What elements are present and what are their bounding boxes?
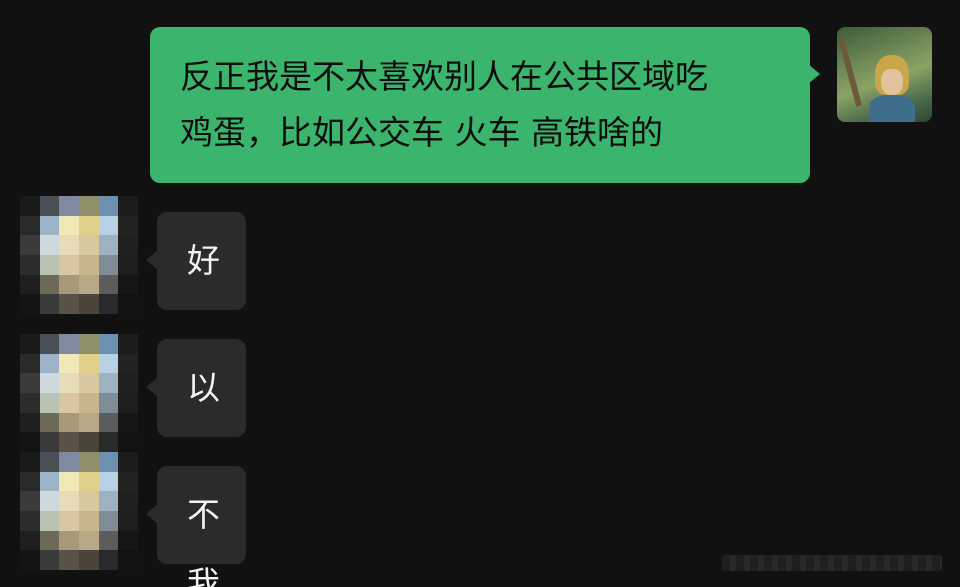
message-text-line: 反正我是不太喜欢别人在公共区域吃 <box>180 57 708 96</box>
avatar-detail <box>838 37 862 107</box>
message-bubble-outgoing[interactable]: 反正我是不太喜欢别人在公共区域吃 鸡蛋，比如公交车 火车 高铁啥的 <box>150 27 810 183</box>
chat-view: 反正我是不太喜欢别人在公共区域吃 鸡蛋，比如公交车 火车 高铁啥的 好咯 <box>0 0 960 587</box>
contact-avatar[interactable] <box>20 452 138 570</box>
watermark <box>722 555 942 571</box>
my-avatar[interactable] <box>837 27 932 122</box>
bubble-tail <box>808 64 820 84</box>
message-bubble-incoming[interactable]: 不然会被打 <box>157 466 246 564</box>
message-text-line: 鸡蛋，比如公交车 火车 高铁啥的 <box>180 113 663 152</box>
message-bubble-incoming[interactable]: 好咯 <box>157 212 246 378</box>
avatar-detail <box>881 69 903 95</box>
contact-avatar[interactable] <box>20 334 138 452</box>
avatar-detail <box>869 95 915 122</box>
message-bubble-incoming[interactable]: 以后我的注意注意 <box>157 339 246 587</box>
contact-avatar[interactable] <box>20 196 138 314</box>
